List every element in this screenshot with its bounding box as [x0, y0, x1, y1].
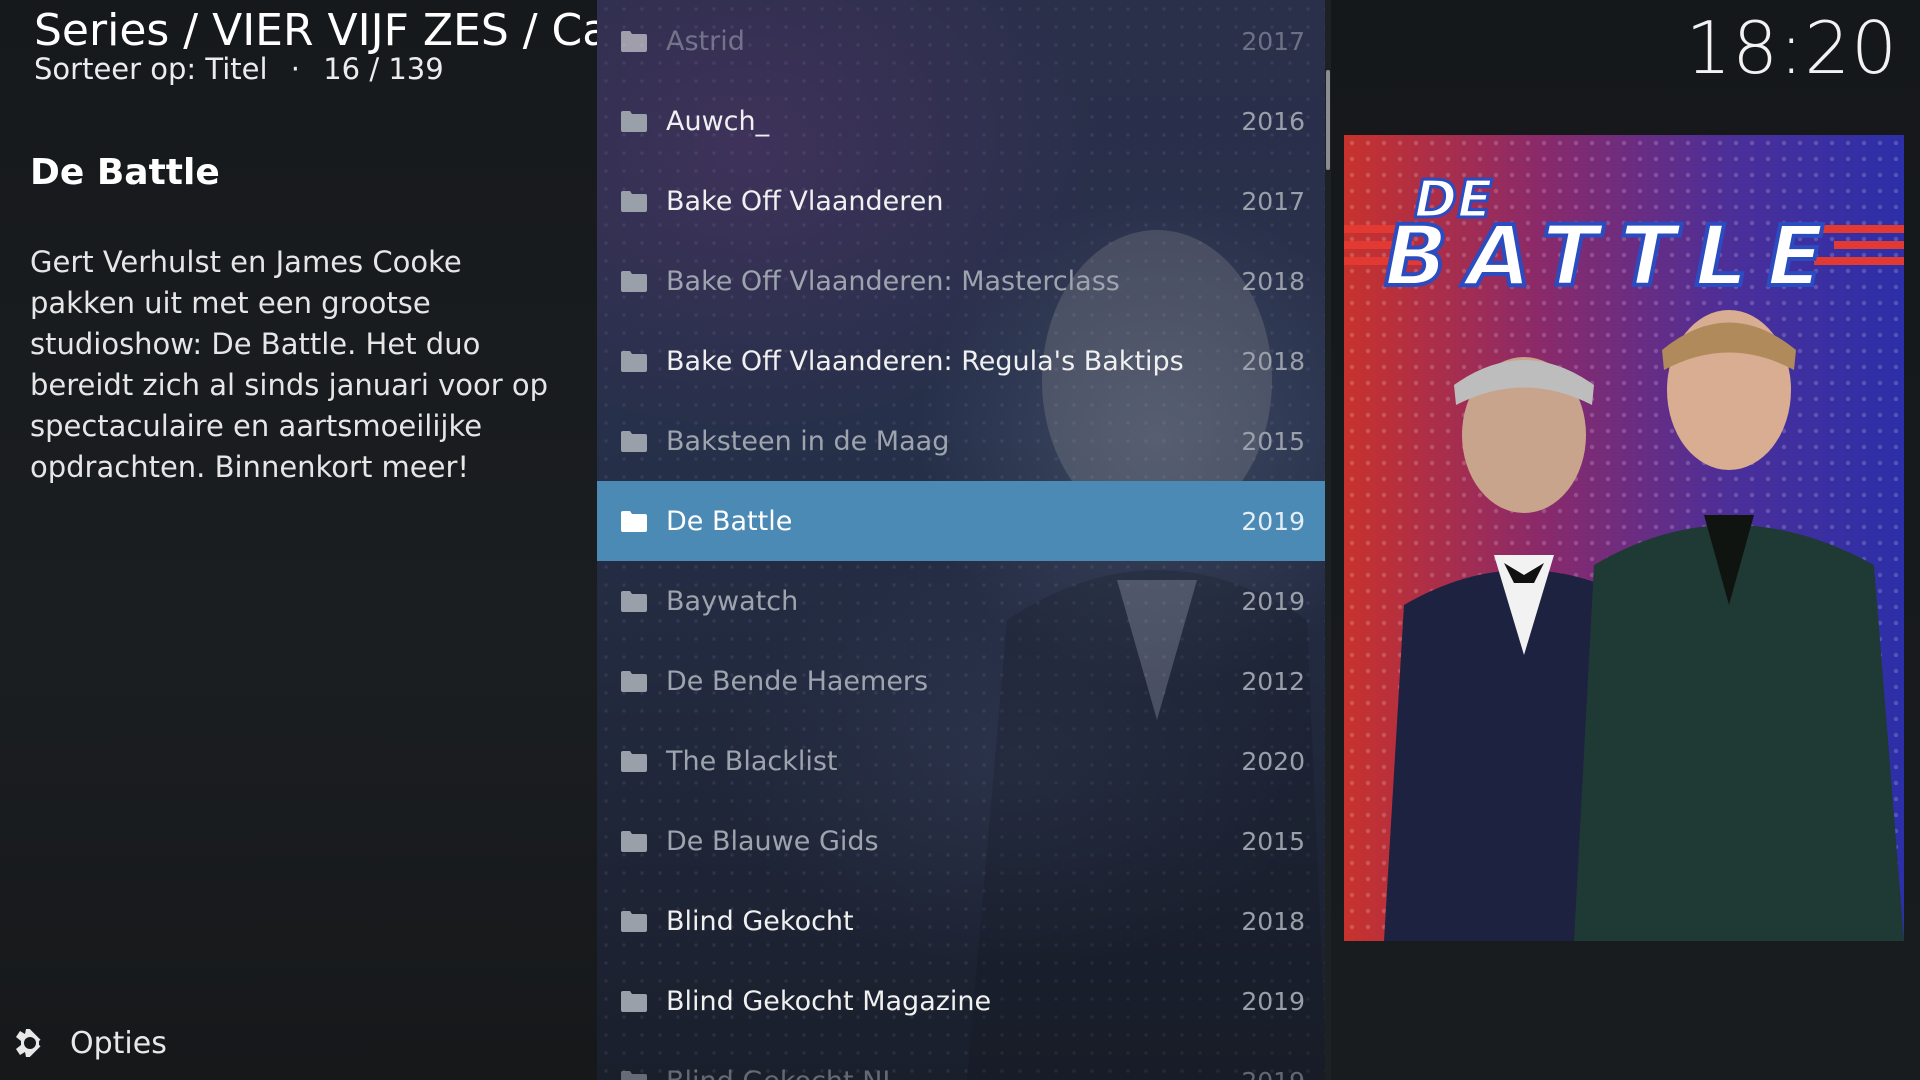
- list-item[interactable]: Bake Off Vlaanderen: Masterclass 2018: [597, 241, 1325, 321]
- separator: ·: [290, 52, 300, 86]
- item-year: 2019: [1241, 506, 1305, 536]
- item-title: Blind Gekocht: [666, 905, 854, 937]
- folder-icon: [621, 751, 647, 772]
- folder-icon: [621, 191, 647, 212]
- item-year: 2016: [1241, 106, 1305, 136]
- folder-icon: [621, 591, 647, 612]
- item-title: De Bende Haemers: [666, 665, 929, 697]
- options-icon: [16, 1025, 48, 1061]
- item-title: Baksteen in de Maag: [666, 425, 950, 457]
- item-year: 2012: [1241, 666, 1305, 696]
- sort-info: Sorteer op: Titel · 16 / 139: [34, 52, 444, 86]
- list-item[interactable]: Baywatch 2019: [597, 561, 1325, 641]
- folder-icon: [621, 31, 647, 52]
- poster-artwork: DE BATTLE: [1344, 135, 1904, 941]
- folder-icon: [621, 911, 647, 932]
- folder-icon: [621, 671, 647, 692]
- options-label: Opties: [70, 1025, 167, 1061]
- item-year: 2020: [1241, 746, 1305, 776]
- list-item[interactable]: Auwch_ 2016: [597, 81, 1325, 161]
- clock: 18:20: [1685, 6, 1898, 90]
- folder-icon: [621, 271, 647, 292]
- item-year: 2017: [1241, 26, 1305, 56]
- folder-icon: [621, 351, 647, 372]
- list-item[interactable]: De Blauwe Gids 2015: [597, 801, 1325, 881]
- list-item[interactable]: Baksteen in de Maag 2015: [597, 401, 1325, 481]
- folder-icon: [621, 991, 647, 1012]
- item-title: De Battle: [666, 505, 793, 537]
- poster-image: DE BATTLE: [1344, 135, 1904, 941]
- info-title: De Battle: [30, 152, 220, 193]
- item-title: Auwch_: [666, 105, 770, 137]
- item-title: Blind Gekocht NL: [666, 1066, 897, 1080]
- item-year: 2018: [1241, 266, 1305, 296]
- folder-icon: [621, 111, 647, 132]
- list-item[interactable]: Bake Off Vlaanderen: Regula's Baktips 20…: [597, 321, 1325, 401]
- item-title: De Blauwe Gids: [666, 825, 879, 857]
- folder-icon: [621, 1071, 647, 1080]
- info-plot: Gert Verhulst en James Cooke pakken uit …: [30, 245, 549, 484]
- item-year: 2015: [1241, 426, 1305, 456]
- list-item[interactable]: De Bende Haemers 2012: [597, 641, 1325, 721]
- item-year: 2019: [1241, 986, 1305, 1016]
- list-item[interactable]: The Blacklist 2020: [597, 721, 1325, 801]
- item-title: Blind Gekocht Magazine: [666, 985, 992, 1017]
- folder-icon: [621, 831, 647, 852]
- item-title: The Blacklist: [666, 745, 838, 777]
- item-title: Astrid: [666, 25, 745, 57]
- folder-open-icon: [621, 511, 647, 532]
- info-panel: De Battle Gert Verhulst en James Cooke p…: [0, 0, 597, 1080]
- folder-icon: [621, 431, 647, 452]
- item-year: 2018: [1241, 906, 1305, 936]
- item-title: Bake Off Vlaanderen: [666, 185, 944, 217]
- item-year: 2019: [1241, 1067, 1305, 1080]
- item-title: Bake Off Vlaanderen: Masterclass: [666, 265, 1120, 297]
- list-item-selected[interactable]: De Battle 2019: [597, 481, 1325, 561]
- list-item[interactable]: Blind Gekocht 2018: [597, 881, 1325, 961]
- list-item[interactable]: Blind Gekocht NL 2019: [597, 1041, 1325, 1080]
- list-item[interactable]: Blind Gekocht Magazine 2019: [597, 961, 1325, 1041]
- options-button[interactable]: Opties: [12, 1022, 167, 1064]
- list-item[interactable]: Astrid 2017: [597, 1, 1325, 81]
- item-position: 16 / 139: [323, 52, 444, 86]
- item-title: Baywatch: [666, 585, 799, 617]
- item-year: 2018: [1241, 346, 1305, 376]
- item-year: 2019: [1241, 586, 1305, 616]
- item-title: Bake Off Vlaanderen: Regula's Baktips: [666, 345, 1184, 377]
- scrollbar-thumb[interactable]: [1326, 70, 1330, 170]
- media-list[interactable]: Astrid 2017 Auwch_ 2016 Bake Off Vlaande…: [597, 0, 1325, 1080]
- sort-label[interactable]: Sorteer op: Titel: [34, 52, 268, 86]
- kodi-window: De Battle Gert Verhulst en James Cooke p…: [0, 0, 1920, 1080]
- item-year: 2017: [1241, 186, 1305, 216]
- item-year: 2015: [1241, 826, 1305, 856]
- list-item[interactable]: Bake Off Vlaanderen 2017: [597, 161, 1325, 241]
